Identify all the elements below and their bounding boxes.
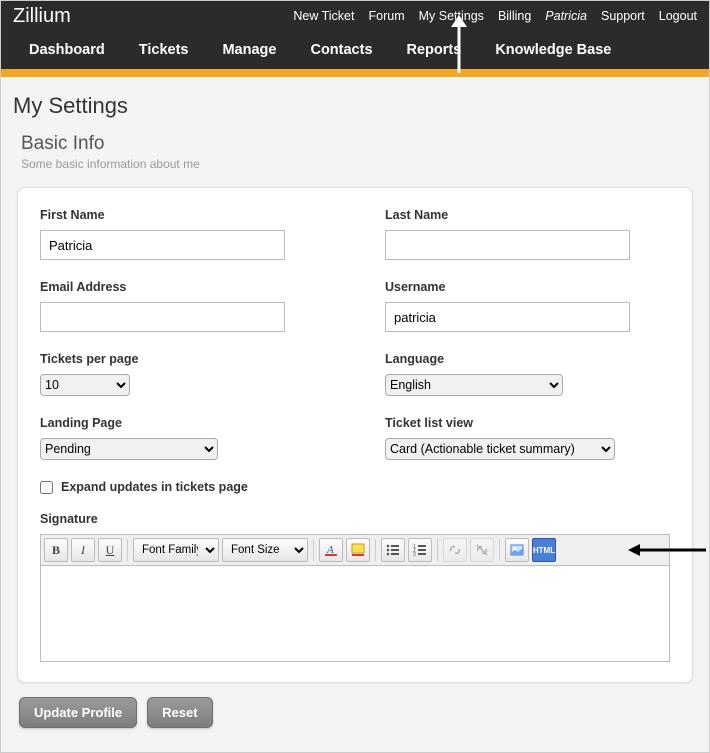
update-profile-button[interactable]: Update Profile [19, 697, 137, 728]
toolbar-separator [375, 539, 376, 561]
username-label: Username [385, 280, 670, 294]
last-name-label: Last Name [385, 208, 670, 222]
signature-editor[interactable] [40, 566, 670, 662]
expand-updates-checkbox[interactable] [40, 481, 53, 494]
ticket-list-view-select[interactable]: Card (Actionable ticket summary) [385, 438, 615, 460]
nav-dashboard[interactable]: Dashboard [29, 42, 105, 58]
top-link-new-ticket[interactable]: New Ticket [293, 9, 354, 23]
toolbar-separator [437, 539, 438, 561]
svg-text:3: 3 [413, 552, 416, 557]
toolbar-separator [499, 539, 500, 561]
editor-toolbar: B I U Font Family Font Size A 123 [40, 534, 670, 566]
bullet-list-button[interactable] [381, 538, 405, 562]
font-color-button[interactable]: A [319, 538, 343, 562]
basic-info-card: First Name Last Name Email Address Usern… [17, 187, 693, 683]
brand-logo: Zillium [13, 5, 71, 28]
username-input[interactable] [385, 302, 630, 332]
section-subtitle: Some basic information about me [21, 157, 689, 171]
highlight-icon [351, 543, 365, 557]
number-list-icon: 123 [413, 543, 427, 557]
page-title: My Settings [13, 93, 697, 119]
language-select[interactable]: English [385, 374, 563, 396]
top-link-forum[interactable]: Forum [369, 9, 405, 23]
top-link-billing[interactable]: Billing [498, 9, 531, 23]
font-size-select[interactable]: Font Size [222, 538, 308, 562]
top-link-logout[interactable]: Logout [659, 9, 697, 23]
expand-updates-label: Expand updates in tickets page [61, 480, 248, 494]
highlight-color-button[interactable] [346, 538, 370, 562]
nav-contacts[interactable]: Contacts [310, 42, 372, 58]
image-icon [510, 543, 524, 557]
unlink-button[interactable] [470, 538, 494, 562]
link-icon [448, 543, 462, 557]
bold-button[interactable]: B [44, 538, 68, 562]
nav-tickets[interactable]: Tickets [139, 42, 189, 58]
number-list-button[interactable]: 123 [408, 538, 432, 562]
unlink-icon [475, 543, 489, 557]
reset-button[interactable]: Reset [147, 697, 212, 728]
landing-page-select[interactable]: Pending [40, 438, 218, 460]
html-source-button[interactable]: HTML [532, 538, 556, 562]
top-link-support[interactable]: Support [601, 9, 645, 23]
email-label: Email Address [40, 280, 325, 294]
language-label: Language [385, 352, 670, 366]
section-title: Basic Info [21, 133, 689, 155]
insert-image-button[interactable] [505, 538, 529, 562]
nav-manage[interactable]: Manage [222, 42, 276, 58]
last-name-input[interactable] [385, 230, 630, 260]
nav-reports[interactable]: Reports [407, 42, 462, 58]
toolbar-separator [313, 539, 314, 561]
italic-button[interactable]: I [71, 538, 95, 562]
tickets-per-page-select[interactable]: 10 [40, 374, 130, 396]
bullet-list-icon [386, 543, 400, 557]
landing-page-label: Landing Page [40, 416, 325, 430]
email-input[interactable] [40, 302, 285, 332]
font-family-select[interactable]: Font Family [133, 538, 219, 562]
signature-label: Signature [40, 512, 670, 526]
underline-button[interactable]: U [98, 538, 122, 562]
tickets-per-page-label: Tickets per page [40, 352, 325, 366]
accent-strip [1, 69, 709, 77]
font-color-icon: A [324, 543, 338, 557]
link-button[interactable] [443, 538, 467, 562]
ticket-list-view-label: Ticket list view [385, 416, 670, 430]
top-link-username[interactable]: Patricia [545, 9, 587, 23]
main-nav: Dashboard Tickets Manage Contacts Report… [1, 31, 709, 69]
toolbar-separator [127, 539, 128, 561]
top-links: New Ticket Forum My Settings Billing Pat… [293, 9, 697, 23]
top-link-my-settings[interactable]: My Settings [419, 9, 484, 23]
first-name-input[interactable] [40, 230, 285, 260]
nav-knowledge-base[interactable]: Knowledge Base [495, 42, 611, 58]
first-name-label: First Name [40, 208, 325, 222]
